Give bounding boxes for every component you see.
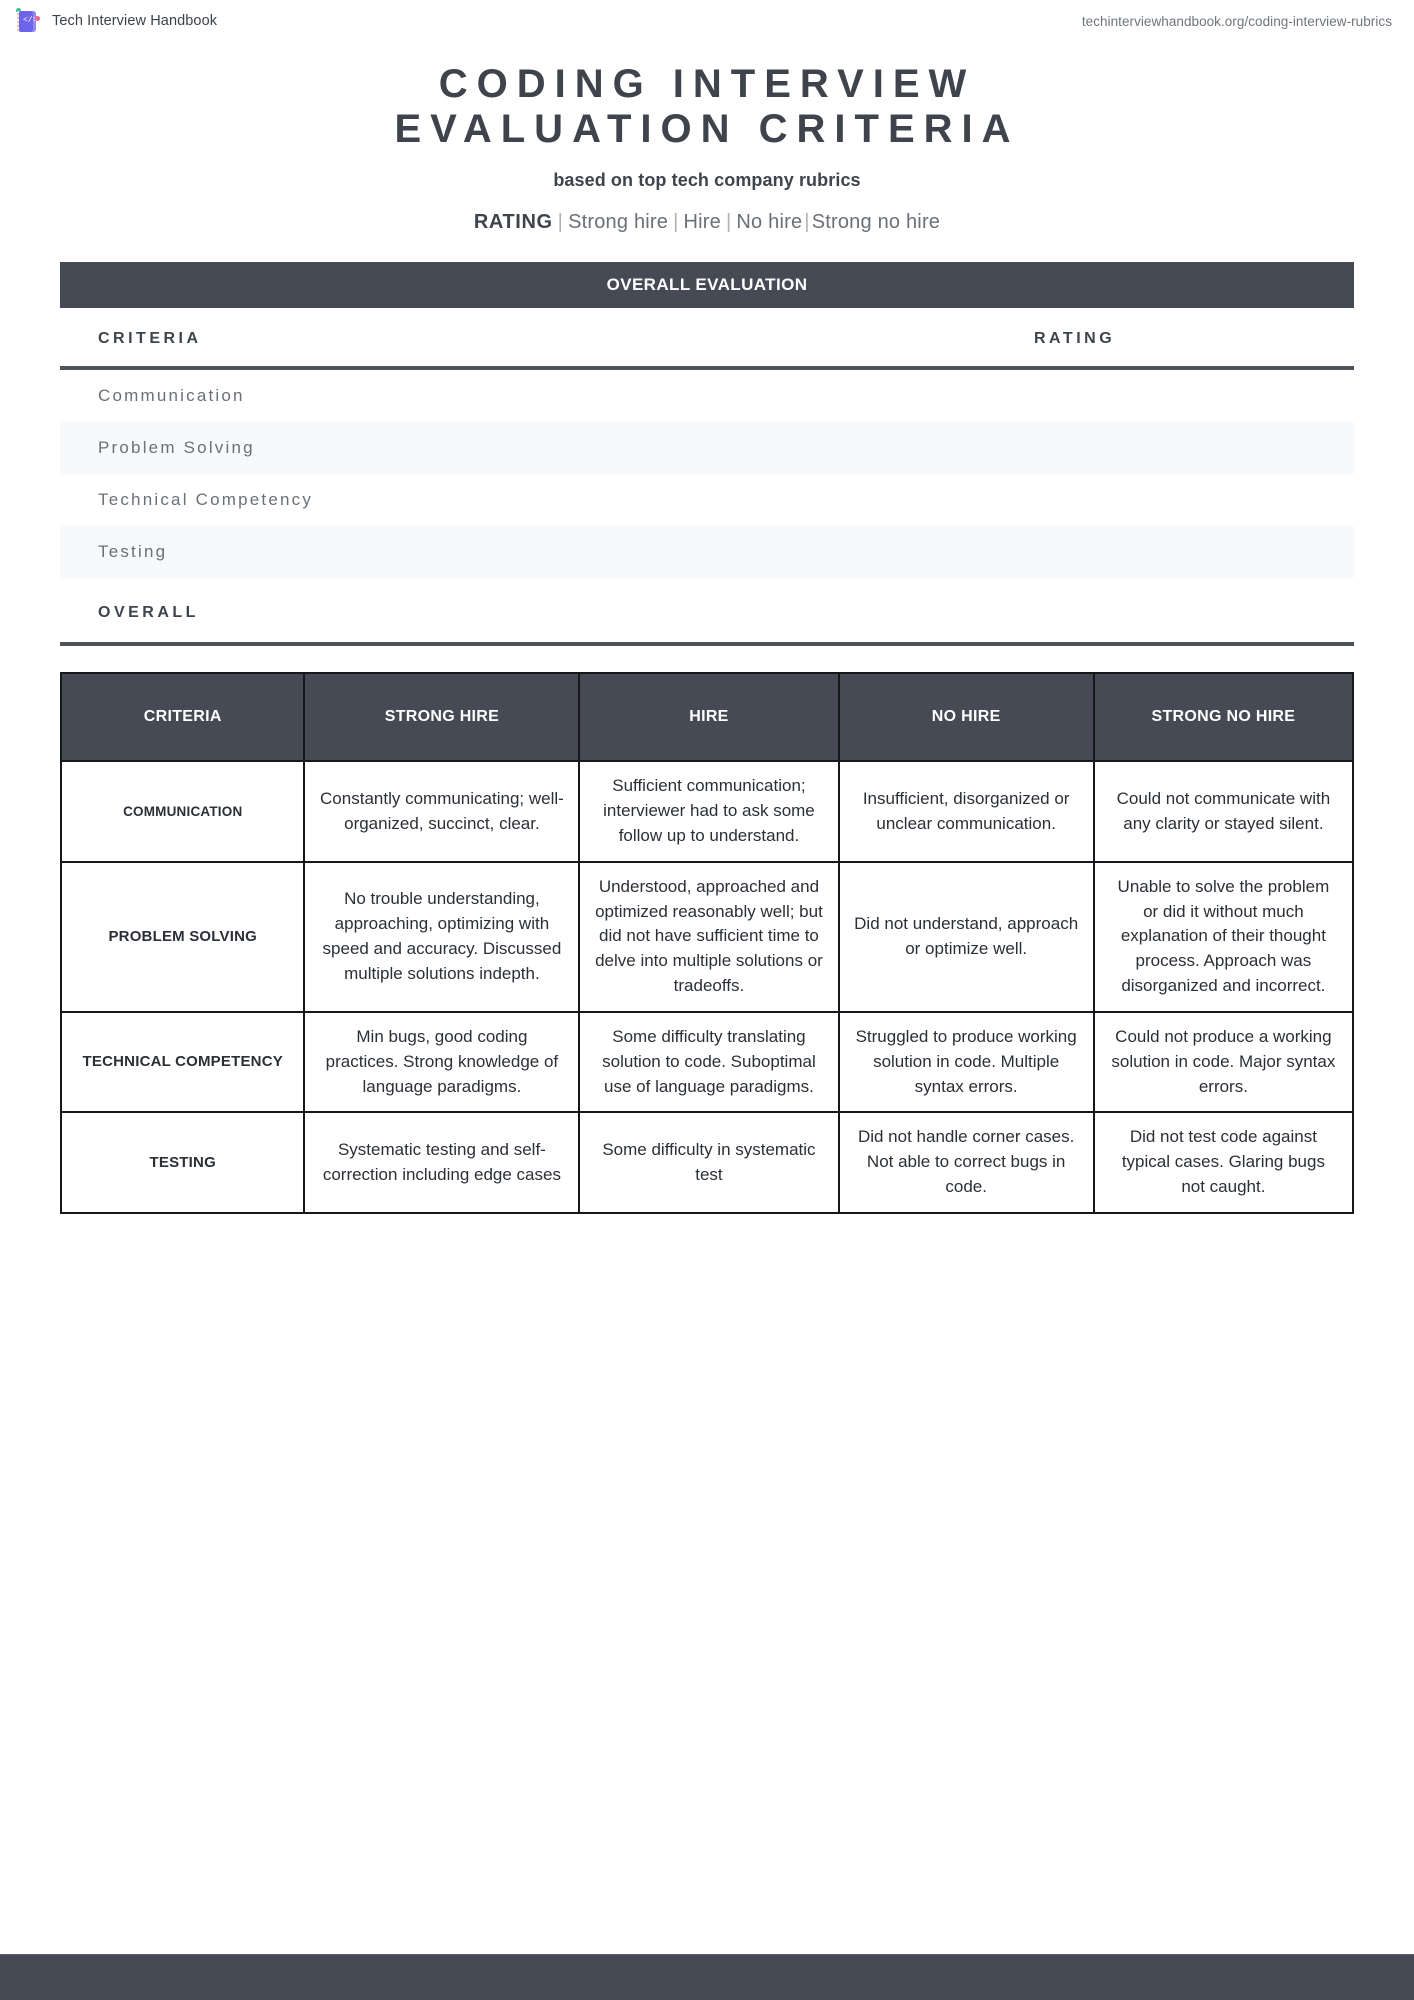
top-bar: </> Tech Interview Handbook techintervie…	[0, 0, 1414, 42]
table-row[interactable]: Communication	[60, 368, 1354, 422]
brand-name: Tech Interview Handbook	[52, 13, 218, 29]
overall-evaluation-header-row: CRITERIA RATING	[60, 308, 1354, 371]
table-row[interactable]: Technical Competency	[60, 474, 1354, 526]
table-row[interactable]: Problem Solving	[60, 422, 1354, 475]
rubric-cell-problem-solving-strong-no-hire: Unable to solve the problem or did it wi…	[1092, 860, 1355, 1013]
rubric-header-strong-no-hire: STRONG NO HIRE	[1092, 672, 1355, 763]
rubric-cell-technical-competency-strong-no-hire: Could not produce a working solution in …	[1092, 1010, 1355, 1114]
rubric-cell-technical-competency-strong-hire: Min bugs, good coding practices. Strong …	[303, 1010, 581, 1114]
rating-value-testing[interactable]	[1034, 526, 1354, 579]
rubric-cell-communication-strong-no-hire: Could not communicate with any clarity o…	[1092, 760, 1355, 863]
rubric-header-row: CRITERIA STRONG HIRE HIRE NO HIRE STRONG…	[59, 672, 1355, 763]
rating-value-communication[interactable]	[1034, 368, 1354, 422]
page-content: CODING INTERVIEW EVALUATION CRITERIA bas…	[0, 62, 1414, 1214]
rating-option-hire: Hire	[683, 211, 721, 234]
tech-interview-handbook-logo-icon: </>	[14, 8, 40, 34]
page-subtitle: based on top tech company rubrics	[553, 170, 861, 191]
rating-separator-1: |	[557, 211, 564, 234]
overall-summary-row[interactable]: OVERALL	[60, 578, 1354, 647]
rubric-cell-technical-competency-no-hire: Struggled to produce working solution in…	[837, 1010, 1095, 1114]
rubric-cell-communication-strong-hire: Constantly communicating; well-organized…	[303, 760, 581, 863]
rating-value-problem-solving[interactable]	[1034, 422, 1354, 475]
overall-rating-value[interactable]	[1034, 578, 1354, 647]
criteria-technical-competency: Technical Competency	[98, 490, 314, 510]
rating-separator-2: |	[673, 211, 679, 234]
rubric-criteria-technical-competency: TECHNICAL COMPETENCY	[59, 1010, 306, 1114]
column-header-criteria: CRITERIA	[60, 308, 1034, 371]
rubric-row-technical-competency: TECHNICAL COMPETENCY Min bugs, good codi…	[59, 1010, 1355, 1114]
rubric-cell-testing-strong-hire: Systematic testing and self-correction i…	[303, 1111, 581, 1214]
criteria-problem-solving: Problem Solving	[60, 422, 1034, 475]
rating-option-no-hire: No hire	[736, 211, 803, 234]
rating-legend-label: RATING	[473, 211, 553, 234]
rubric-cell-testing-hire: Some difficulty in systematic test	[578, 1111, 840, 1214]
rubric-criteria-problem-solving: PROBLEM SOLVING	[59, 860, 306, 1013]
overall-label: OVERALL	[60, 578, 1034, 647]
rubric-table: CRITERIA STRONG HIRE HIRE NO HIRE STRONG…	[59, 672, 1355, 1214]
rubric-row-communication: COMMUNICATION Constantly communicating; …	[59, 760, 1355, 863]
rubric-cell-technical-competency-hire: Some difficulty translating solution to …	[578, 1010, 840, 1114]
rubric-header-no-hire: NO HIRE	[837, 672, 1095, 763]
overall-evaluation-band: OVERALL EVALUATION	[60, 262, 1354, 309]
page-url: techinterviewhandbook.org/coding-intervi…	[1081, 13, 1392, 29]
rubric-row-testing: TESTING Systematic testing and self-corr…	[59, 1111, 1355, 1214]
rubric-row-problem-solving: PROBLEM SOLVING No trouble understanding…	[59, 860, 1355, 1013]
rubric-cell-problem-solving-no-hire: Did not understand, approach or optimize…	[837, 860, 1095, 1013]
brand-logo-group[interactable]: </> Tech Interview Handbook	[14, 8, 217, 34]
rating-separator-4: |	[804, 211, 810, 234]
footer-bar	[0, 1954, 1414, 2000]
rating-option-strong-no-hire: Strong no hire	[811, 211, 941, 234]
column-header-rating: RATING	[1034, 308, 1354, 371]
rubric-header-strong-hire: STRONG HIRE	[303, 672, 581, 763]
rubric-cell-communication-no-hire: Insufficient, disorganized or unclear co…	[837, 760, 1095, 863]
criteria-communication: Communication	[98, 386, 245, 406]
rubric-header-criteria: CRITERIA	[59, 672, 306, 763]
criteria-testing: Testing	[60, 526, 1034, 579]
rating-option-strong-hire: Strong hire	[568, 211, 669, 234]
rating-separator-3: |	[726, 211, 732, 234]
rubric-header-hire: HIRE	[578, 672, 840, 763]
rubric-cell-testing-no-hire: Did not handle corner cases. Not able to…	[837, 1111, 1095, 1214]
rating-value-technical-competency[interactable]	[1034, 474, 1354, 526]
rubric-criteria-testing: TESTING	[59, 1111, 306, 1214]
table-row[interactable]: Testing	[60, 526, 1354, 579]
rubric-cell-communication-hire: Sufficient communication; interviewer ha…	[578, 760, 840, 863]
page-title: CODING INTERVIEW EVALUATION CRITERIA	[394, 62, 1020, 152]
rubric-cell-problem-solving-hire: Understood, approached and optimized rea…	[578, 860, 840, 1013]
overall-evaluation-table: CRITERIA RATING Communication Problem So…	[60, 308, 1354, 647]
rating-legend: RATING | Strong hire | Hire | No hire | Strong n…	[60, 211, 1354, 234]
rubric-cell-problem-solving-strong-hire: No trouble understanding, approaching, o…	[303, 860, 581, 1013]
rubric-criteria-communication: COMMUNICATION	[59, 760, 306, 863]
logo-pink-dot-icon	[35, 16, 40, 21]
rubric-cell-testing-strong-no-hire: Did not test code against typical cases.…	[1092, 1111, 1355, 1214]
